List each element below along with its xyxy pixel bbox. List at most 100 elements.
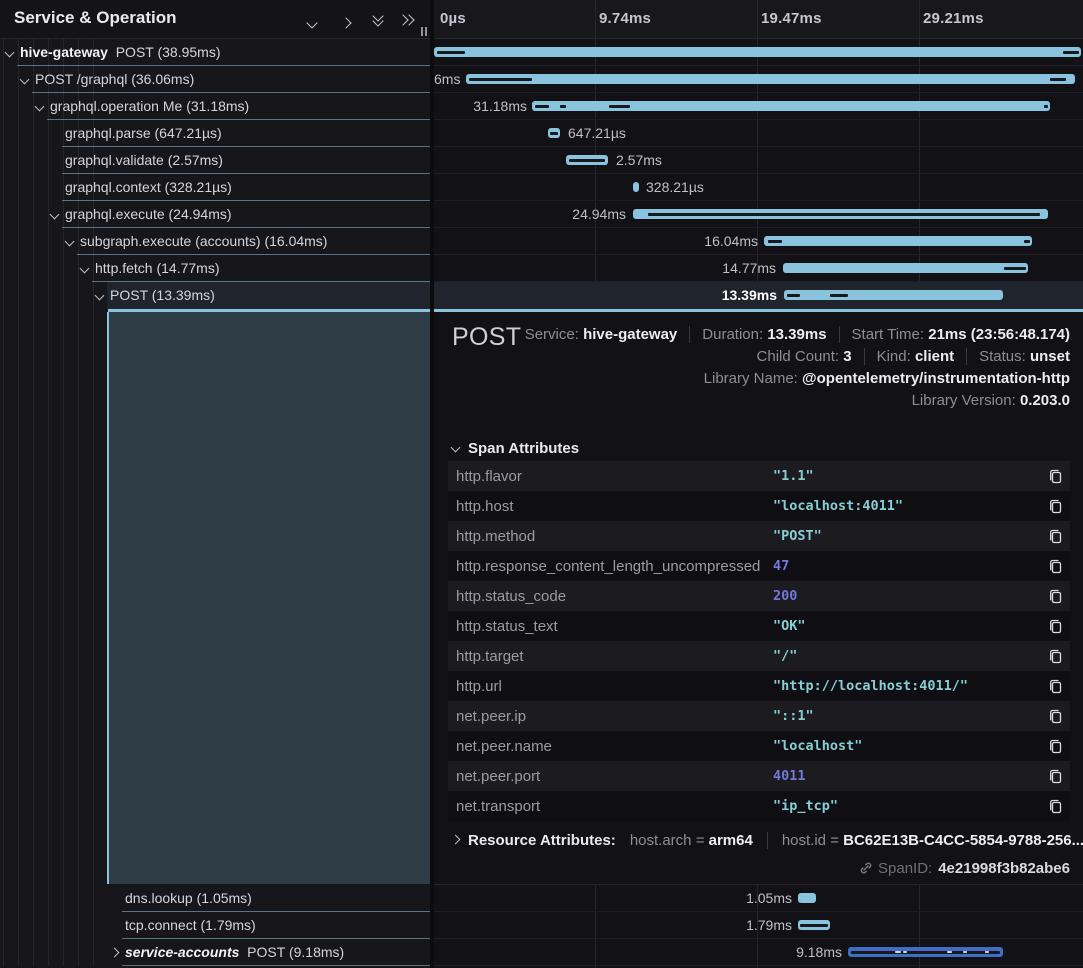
child-span-marker <box>437 51 465 54</box>
overview-field: Duration: 13.39ms <box>689 326 826 343</box>
copy-icon[interactable] <box>1040 498 1070 514</box>
bar-duration-label: 14.77ms <box>722 260 776 276</box>
span-row[interactable]: graphql.context (328.21µs) <box>0 174 1083 201</box>
attribute-value: "1.1" <box>773 468 1040 484</box>
attribute-key: net.peer.ip <box>448 708 773 725</box>
span-row[interactable]: graphql.parse (647.21µs) <box>0 120 1083 147</box>
bar-duration-label: 6ms <box>434 71 460 87</box>
collapse-all-icon[interactable] <box>371 14 387 26</box>
attribute-row: http.status_code200 <box>448 581 1070 611</box>
copy-icon[interactable] <box>1040 528 1070 544</box>
child-span-marker <box>648 213 1040 216</box>
attribute-key: http.url <box>448 678 773 695</box>
panel-resizer-handle[interactable] <box>419 27 429 37</box>
span-duration-bar[interactable] <box>764 236 1032 246</box>
overview-field: Status: unset <box>966 348 1070 365</box>
child-span-marker <box>469 78 532 81</box>
child-span-marker <box>985 951 989 953</box>
attribute-key: net.peer.name <box>448 738 773 755</box>
collapse-one-level-icon[interactable] <box>308 14 324 26</box>
attribute-value: "/" <box>773 648 1040 664</box>
copy-icon[interactable] <box>1040 768 1070 784</box>
resource-attribute: host.arch = arm64 <box>630 832 753 849</box>
span-row-label: graphql.context (328.21µs) <box>65 179 232 195</box>
copy-icon[interactable] <box>1040 708 1070 724</box>
attribute-key: net.transport <box>448 798 773 815</box>
span-duration-bar[interactable] <box>798 893 816 903</box>
attribute-key: http.response_content_length_uncompresse… <box>448 558 773 575</box>
copy-icon[interactable] <box>1040 588 1070 604</box>
timeline-ruler <box>434 0 1083 39</box>
child-span-marker <box>895 951 901 953</box>
span-duration-bar[interactable] <box>784 290 1003 300</box>
expand-one-level-icon[interactable] <box>342 14 358 26</box>
chevron-down-icon <box>451 443 461 453</box>
overview-line: Library Version: 0.203.0 <box>912 392 1070 414</box>
child-span-marker <box>1024 240 1030 243</box>
ruler-tick-label: 9.74ms <box>599 10 651 27</box>
tree-panel-title: Service & Operation <box>14 8 177 28</box>
span-duration-bar[interactable] <box>434 47 1081 57</box>
span-row[interactable]: dns.lookup (1.05ms) <box>0 885 1083 912</box>
ruler-tick-label: 0µs <box>440 10 466 27</box>
attribute-value: "::1" <box>773 708 1040 724</box>
span-row[interactable]: tcp.connect (1.79ms) <box>0 912 1083 939</box>
child-span-marker <box>768 240 782 243</box>
attribute-row: net.transport"ip_tcp" <box>448 791 1070 821</box>
chevron-down-icon[interactable] <box>35 102 45 112</box>
span-duration-bar[interactable] <box>466 74 1075 84</box>
span-row-label: graphql.parse (647.21µs) <box>65 125 222 141</box>
copy-icon[interactable] <box>1040 678 1070 694</box>
row-border-timeline <box>434 965 1083 966</box>
chevron-down-icon[interactable] <box>95 291 105 301</box>
chevron-right-icon[interactable] <box>110 948 120 958</box>
bar-duration-label: 2.57ms <box>616 152 662 168</box>
copy-icon[interactable] <box>1040 468 1070 484</box>
chevron-down-icon[interactable] <box>20 75 30 85</box>
copy-icon[interactable] <box>1040 618 1070 634</box>
span-duration-bar[interactable] <box>633 182 639 192</box>
span-row-label: http.fetch (14.77ms) <box>95 260 220 276</box>
expand-all-icon[interactable] <box>399 14 415 26</box>
service-name: hive-gateway <box>20 44 108 60</box>
overview-line: Service: hive-gatewayDuration: 13.39msSt… <box>525 326 1070 348</box>
span-row[interactable]: graphql.validate (2.57ms) <box>0 147 1083 174</box>
chevron-down-icon[interactable] <box>50 210 60 220</box>
copy-icon[interactable] <box>1040 798 1070 814</box>
copy-icon[interactable] <box>1040 558 1070 574</box>
row-border <box>122 965 430 966</box>
copy-icon[interactable] <box>1040 738 1070 754</box>
attribute-key: http.target <box>448 648 773 665</box>
attribute-value: 4011 <box>773 768 1040 784</box>
child-span-marker <box>560 105 566 108</box>
attribute-value: "http://localhost:4011/" <box>773 678 1040 694</box>
copy-icon[interactable] <box>1040 648 1070 664</box>
chevron-down-icon[interactable] <box>65 237 75 247</box>
attribute-value: "OK" <box>773 618 1040 634</box>
link-icon[interactable] <box>859 861 873 875</box>
span-attributes-toggle[interactable]: Span Attributes <box>452 440 579 457</box>
attribute-row: net.peer.name"localhost" <box>448 731 1070 761</box>
attribute-row: net.peer.ip"::1" <box>448 701 1070 731</box>
child-span-marker <box>1044 105 1048 108</box>
resource-attributes-row[interactable]: Resource Attributes:host.arch = arm64hos… <box>452 832 1083 849</box>
attribute-row: http.host"localhost:4011" <box>448 491 1070 521</box>
attribute-key: http.status_code <box>448 588 773 605</box>
attribute-value: 200 <box>773 588 1040 604</box>
chevron-down-icon[interactable] <box>5 48 15 58</box>
attribute-value: "POST" <box>773 528 1040 544</box>
attribute-row: http.flavor"1.1" <box>448 461 1070 491</box>
span-row-label: service-accounts POST (9.18ms) <box>125 944 344 960</box>
child-span-marker <box>851 951 1000 954</box>
span-row-label: subgraph.execute (accounts) (16.04ms) <box>80 233 327 249</box>
attribute-row: net.peer.port4011 <box>448 761 1070 791</box>
bar-duration-label: 1.79ms <box>746 917 792 933</box>
bar-duration-label: 9.18ms <box>796 944 842 960</box>
panel-divider[interactable] <box>430 0 434 968</box>
chevron-down-icon[interactable] <box>80 264 90 274</box>
attribute-value: "localhost:4011" <box>773 498 1040 514</box>
span-duration-bar[interactable] <box>783 263 1028 273</box>
overview-field: Library Version: 0.203.0 <box>912 392 1070 409</box>
attribute-key: http.method <box>448 528 773 545</box>
ruler-tick-label: 29.21ms <box>923 10 984 27</box>
